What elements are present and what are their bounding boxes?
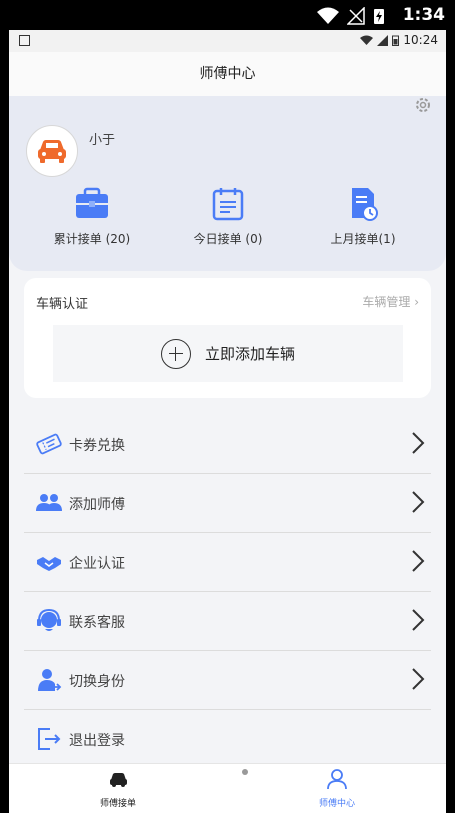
menu-item-label: 退出登录 bbox=[69, 733, 125, 749]
briefcase-icon bbox=[76, 187, 108, 218]
menu-list: 卡券兑换 添加师傅 企业认证 联系客服 切换身份 退出登录 bbox=[24, 415, 431, 768]
inner-status-time: 10:24 bbox=[403, 33, 438, 47]
avatar[interactable] bbox=[26, 125, 78, 177]
chevron-right-icon bbox=[412, 668, 425, 690]
battery-icon bbox=[392, 35, 400, 46]
wifi-icon bbox=[360, 35, 374, 45]
stat-label: 今日接单 (0) bbox=[193, 232, 263, 246]
vehicle-card: 车辆认证 车辆管理 › 立即添加车辆 bbox=[24, 278, 431, 398]
menu-item-add-master[interactable]: 添加师傅 bbox=[24, 474, 431, 533]
signal-icon bbox=[377, 34, 389, 46]
car-icon bbox=[110, 773, 127, 787]
tab-master-orders[interactable]: 师傅接单 bbox=[68, 768, 168, 809]
chevron-right-icon bbox=[412, 491, 425, 513]
notification-icon bbox=[19, 35, 30, 46]
car-icon bbox=[38, 140, 66, 163]
stat-total-orders[interactable]: 累计接单 (20) bbox=[32, 186, 152, 247]
person-icon bbox=[327, 769, 347, 790]
vehicle-manage-label: 车辆管理 bbox=[362, 295, 411, 309]
menu-item-label: 企业认证 bbox=[69, 556, 125, 572]
handshake-icon bbox=[37, 557, 61, 571]
menu-item-label: 切换身份 bbox=[69, 674, 125, 690]
page-title: 师傅中心 bbox=[9, 52, 446, 96]
add-vehicle-button[interactable]: 立即添加车辆 bbox=[53, 325, 403, 382]
no-signal-icon bbox=[347, 7, 365, 25]
stat-last-month-orders[interactable]: 上月接单(1) bbox=[303, 186, 423, 247]
menu-item-label: 联系客服 bbox=[69, 615, 125, 631]
menu-item-switch-identity[interactable]: 切换身份 bbox=[24, 651, 431, 710]
headset-icon bbox=[37, 608, 61, 631]
users-icon bbox=[36, 494, 62, 511]
gear-icon[interactable] bbox=[412, 96, 434, 114]
chevron-right-icon bbox=[412, 432, 425, 454]
inner-status-right: 10:24 bbox=[360, 33, 438, 47]
logout-icon bbox=[38, 728, 61, 750]
tab-label: 师傅接单 bbox=[99, 799, 136, 809]
tab-master-center[interactable]: 师傅中心 bbox=[287, 768, 387, 809]
menu-item-label: 卡券兑换 bbox=[69, 438, 125, 454]
inner-status-bar: 10:24 bbox=[9, 30, 446, 52]
stat-label: 上月接单(1) bbox=[330, 232, 396, 246]
battery-charging-icon bbox=[374, 9, 384, 24]
plus-circle-icon bbox=[160, 338, 191, 369]
page-indicator-dot bbox=[242, 769, 248, 775]
vehicle-card-title: 车辆认证 bbox=[36, 297, 89, 312]
menu-item-customer-service[interactable]: 联系客服 bbox=[24, 592, 431, 651]
chevron-right-icon bbox=[412, 550, 425, 572]
menu-item-logout[interactable]: 退出登录 bbox=[24, 710, 431, 768]
menu-item-label: 添加师傅 bbox=[69, 497, 125, 513]
switch-user-icon bbox=[38, 669, 62, 691]
app-screen: 10:24 师傅中心 小于 累计接单 (20) 今日接单 (0) 上月接单(1)… bbox=[9, 30, 446, 813]
coupon-icon bbox=[36, 433, 62, 455]
menu-item-enterprise-cert[interactable]: 企业认证 bbox=[24, 533, 431, 592]
add-vehicle-label: 立即添加车辆 bbox=[204, 345, 295, 363]
chevron-right-icon: › bbox=[414, 295, 419, 309]
bottom-nav: 师傅接单 师傅中心 bbox=[9, 763, 446, 813]
wifi-icon bbox=[317, 7, 339, 24]
stat-label: 累计接单 (20) bbox=[53, 232, 131, 246]
outer-status-icons bbox=[317, 7, 385, 25]
vehicle-manage-link[interactable]: 车辆管理 › bbox=[362, 293, 419, 310]
document-clock-icon bbox=[352, 188, 378, 221]
outer-status-time: 1:34 bbox=[402, 5, 445, 25]
profile-card: 小于 累计接单 (20) 今日接单 (0) 上月接单(1) bbox=[9, 96, 446, 271]
menu-item-coupon[interactable]: 卡券兑换 bbox=[24, 415, 431, 474]
username: 小于 bbox=[89, 133, 116, 148]
tab-label: 师傅中心 bbox=[318, 799, 355, 809]
stat-today-orders[interactable]: 今日接单 (0) bbox=[168, 186, 288, 247]
calendar-icon bbox=[212, 188, 244, 221]
chevron-right-icon bbox=[412, 609, 425, 631]
outer-status-bar: 1:34 bbox=[0, 0, 455, 30]
